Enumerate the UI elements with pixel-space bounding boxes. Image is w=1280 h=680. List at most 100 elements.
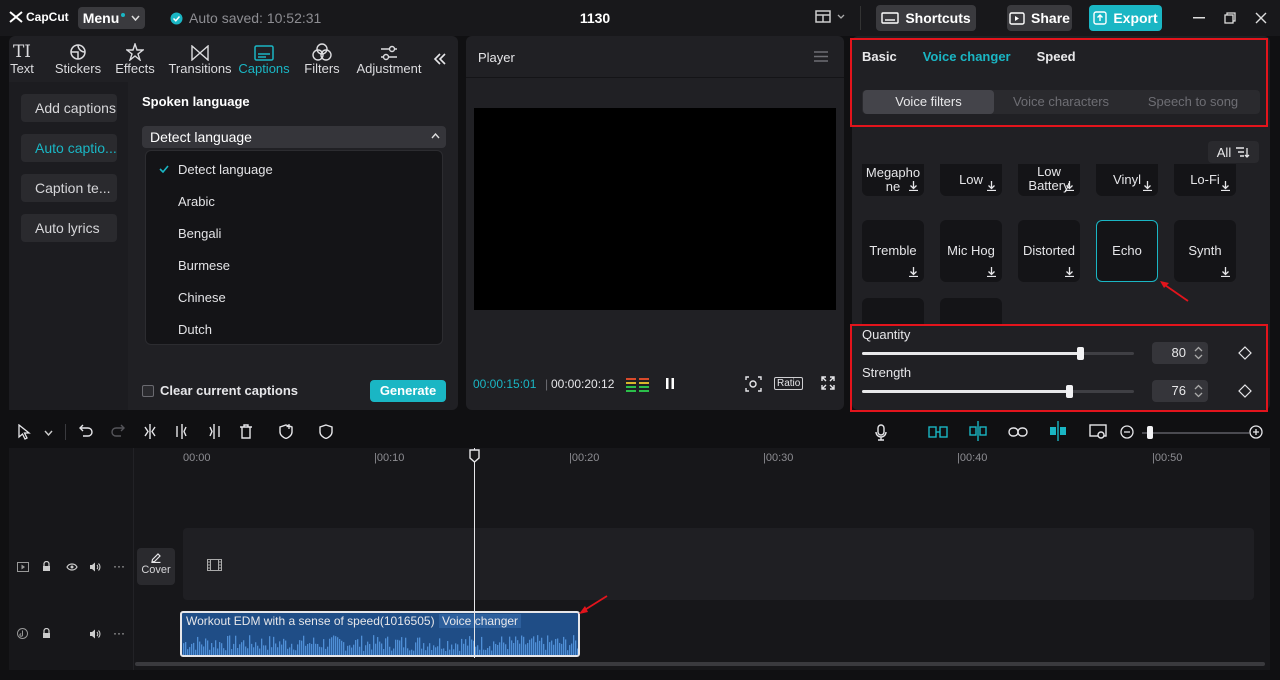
more-options-icon[interactable]: ···	[113, 626, 125, 640]
video-track-lane[interactable]	[183, 528, 1254, 600]
audio-track-icon	[17, 628, 28, 639]
auto-lyrics-button[interactable]: Auto lyrics	[21, 214, 117, 242]
language-option[interactable]: Dutch	[178, 322, 212, 337]
language-option[interactable]: Chinese	[178, 290, 226, 305]
select-cursor-icon[interactable]	[18, 424, 32, 440]
filter-label: Mic Hog	[947, 243, 995, 258]
tab-filters[interactable]: Filters	[304, 36, 340, 76]
hamburger-menu-icon[interactable]	[814, 51, 828, 62]
menu-button[interactable]: Menu	[78, 7, 145, 29]
redo-icon[interactable]	[111, 424, 125, 438]
strength-slider[interactable]	[862, 385, 1134, 398]
cover-button[interactable]: Cover	[137, 548, 175, 585]
generate-button[interactable]: Generate	[370, 380, 446, 402]
restore-icon[interactable]	[1224, 12, 1236, 24]
filter-card-distorted[interactable]: Distorted	[1018, 220, 1080, 282]
filter-card-tremble[interactable]: Tremble	[862, 220, 924, 282]
sort-filter-icon	[1236, 146, 1250, 158]
zoom-in-icon[interactable]	[1249, 425, 1263, 439]
zoom-slider-handle[interactable]	[1147, 426, 1153, 439]
layout-icon[interactable]	[815, 10, 845, 24]
magnet-link-icon[interactable]	[928, 426, 948, 438]
zoom-fit-icon[interactable]	[745, 376, 762, 392]
playhead[interactable]	[474, 448, 475, 658]
more-options-icon[interactable]: ···	[113, 559, 125, 573]
ratio-button[interactable]: Ratio	[774, 377, 804, 390]
filter-card[interactable]	[940, 298, 1002, 324]
add-captions-button[interactable]: Add captions	[21, 94, 117, 122]
collapse-panel-icon[interactable]	[433, 52, 447, 66]
tab-transitions[interactable]: Transitions	[168, 36, 232, 76]
delete-icon[interactable]	[239, 424, 253, 439]
quantity-input[interactable]: 80	[1152, 342, 1208, 364]
slider-handle[interactable]	[1077, 347, 1084, 360]
language-option[interactable]: Bengali	[178, 226, 221, 241]
filter-card-lo-fi[interactable]: Lo-Fi	[1174, 164, 1236, 196]
caption-templates-button[interactable]: Caption te...	[21, 174, 117, 202]
chevron-down-icon[interactable]	[44, 430, 53, 436]
undo-icon[interactable]	[79, 424, 93, 438]
export-button[interactable]: Export	[1089, 5, 1162, 31]
horizontal-scrollbar[interactable]	[135, 662, 1265, 666]
volume-icon[interactable]	[89, 562, 101, 572]
check-circle-icon	[170, 12, 183, 24]
tab-text[interactable]: TI Text	[9, 36, 35, 76]
shield-plus-icon[interactable]	[279, 424, 293, 439]
lock-icon[interactable]	[42, 561, 51, 572]
shortcuts-button[interactable]: Shortcuts	[876, 5, 976, 31]
clear-captions-row[interactable]: Clear current captions	[142, 383, 298, 398]
pause-icon[interactable]	[665, 377, 675, 390]
trim-right-icon[interactable]	[207, 424, 221, 439]
language-option[interactable]: Arabic	[178, 194, 215, 209]
strength-input[interactable]: 76	[1152, 380, 1208, 402]
link-icon[interactable]	[1008, 426, 1028, 438]
filter-card[interactable]	[862, 298, 924, 324]
filter-card-vinyl[interactable]: Vinyl	[1096, 164, 1158, 196]
zoom-out-icon[interactable]	[1120, 425, 1134, 439]
language-option[interactable]: Burmese	[178, 258, 230, 273]
share-button[interactable]: Share	[1007, 5, 1072, 31]
filter-card-mic-hog[interactable]: Mic Hog	[940, 220, 1002, 282]
volume-icon[interactable]	[89, 629, 101, 639]
audio-clip[interactable]: Workout EDM with a sense of speed(101650…	[180, 611, 580, 657]
all-filter-button[interactable]: All	[1208, 141, 1259, 163]
quantity-slider[interactable]	[862, 347, 1134, 360]
filter-card-low-battery[interactable]: Low Battery	[1018, 164, 1080, 196]
microphone-icon[interactable]	[875, 424, 887, 441]
project-title: 1130	[579, 10, 611, 26]
trim-left-icon[interactable]	[175, 424, 189, 439]
tab-adjustment[interactable]: Adjustment	[355, 36, 423, 76]
language-option[interactable]: Detect language	[178, 162, 273, 177]
close-icon[interactable]	[1255, 12, 1267, 24]
tab-effects[interactable]: Effects	[115, 36, 155, 76]
autosave-text: Auto saved: 10:52:31	[189, 10, 322, 26]
video-preview[interactable]	[474, 108, 836, 310]
ruler-tick: 00:00	[183, 452, 211, 464]
language-select[interactable]: Detect language	[142, 126, 446, 148]
screenshot-icon[interactable]	[1089, 424, 1107, 440]
playhead-handle[interactable]	[469, 449, 480, 463]
keyframe-diamond-icon[interactable]	[1238, 346, 1252, 360]
stepper-icon[interactable]	[1193, 383, 1204, 399]
auto-captions-button[interactable]: Auto captio...	[21, 134, 117, 162]
preview-axis-icon[interactable]	[1048, 421, 1068, 441]
zoom-slider[interactable]	[1142, 432, 1249, 434]
lock-icon[interactable]	[42, 628, 51, 639]
split-icon[interactable]	[143, 424, 157, 439]
eye-icon[interactable]	[66, 563, 78, 571]
stepper-icon[interactable]	[1193, 345, 1204, 361]
fullscreen-icon[interactable]	[821, 376, 835, 390]
shield-icon[interactable]	[319, 424, 333, 439]
filter-card-low[interactable]: Low	[940, 164, 1002, 196]
clear-captions-checkbox[interactable]	[142, 384, 154, 397]
filter-card-megaphone[interactable]: Megapho ne	[862, 164, 924, 196]
minimize-icon[interactable]	[1193, 17, 1205, 19]
filter-card-echo[interactable]: Echo	[1096, 220, 1158, 282]
keyframe-diamond-icon[interactable]	[1238, 384, 1252, 398]
auto-snap-icon[interactable]	[968, 421, 988, 441]
filter-card-synth[interactable]: Synth	[1174, 220, 1236, 282]
tab-captions[interactable]: Captions	[238, 36, 290, 76]
tab-stickers[interactable]: Stickers	[55, 36, 101, 76]
slider-handle[interactable]	[1066, 385, 1073, 398]
clear-captions-label: Clear current captions	[160, 383, 298, 398]
